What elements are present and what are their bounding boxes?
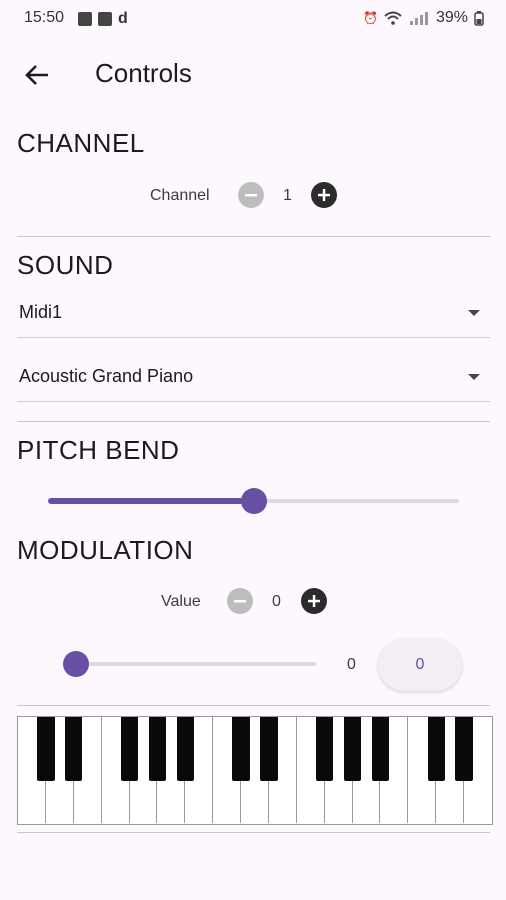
piano-black-key[interactable]	[148, 717, 167, 781]
wifi-icon	[384, 11, 402, 25]
modulation-track[interactable]	[76, 662, 316, 666]
piano-black-key[interactable]	[371, 717, 390, 781]
status-letter: d	[118, 10, 128, 27]
minus-icon	[234, 600, 246, 603]
midi-device-dropdown[interactable]: Midi1	[17, 288, 490, 338]
modulation-increment-button[interactable]	[301, 588, 327, 614]
battery-text: 39%	[435, 9, 468, 26]
instrument-dropdown[interactable]: Acoustic Grand Piano	[17, 352, 490, 402]
channel-increment-button[interactable]	[311, 182, 337, 208]
channel-value: 1	[283, 187, 292, 204]
status-left-icons: d	[78, 10, 128, 28]
modulation-slider-value: 0	[347, 656, 356, 673]
midi-device-value: Midi1	[19, 302, 63, 322]
modulation-value-field[interactable]: 0	[378, 639, 462, 691]
channel-decrement-button[interactable]	[238, 182, 264, 208]
modulation-label: Value	[161, 593, 201, 610]
modulation-decrement-button[interactable]	[227, 588, 253, 614]
dropdown-arrow-icon	[468, 310, 480, 316]
sound-divider	[17, 421, 490, 422]
pitch-bend-active-track	[48, 498, 254, 504]
dropdown-arrow-icon	[468, 374, 480, 380]
minus-icon	[245, 194, 257, 197]
signal-icon	[409, 12, 428, 25]
pitch-bend-section-title: PITCH BEND	[17, 435, 180, 465]
sound-section-title: SOUND	[17, 250, 114, 280]
app-bar: Controls	[0, 44, 506, 104]
image-icon	[78, 12, 92, 26]
piano-black-key[interactable]	[316, 717, 334, 781]
piano-black-key[interactable]	[343, 717, 362, 781]
channel-section-title: CHANNEL	[17, 128, 145, 158]
modulation-field-value: 0	[415, 656, 425, 673]
piano-black-key[interactable]	[65, 717, 83, 781]
piano-black-key[interactable]	[176, 717, 194, 781]
pitch-bend-thumb[interactable]	[240, 488, 267, 514]
piano-black-key[interactable]	[232, 717, 250, 781]
modulation-thumb[interactable]	[63, 651, 89, 677]
alarm-icon: ⏰	[363, 11, 378, 25]
channel-divider	[17, 236, 490, 237]
modulation-divider	[17, 705, 490, 706]
status-time: 15:50	[24, 9, 65, 26]
channel-label: Channel	[150, 187, 210, 204]
plus-icon	[318, 189, 330, 201]
back-arrow-icon[interactable]	[22, 60, 52, 90]
modulation-stepper-value: 0	[272, 593, 281, 610]
modulation-section-title: MODULATION	[17, 535, 194, 565]
piano-keyboard[interactable]	[17, 716, 493, 825]
piano-black-key[interactable]	[120, 717, 139, 781]
piano-black-key[interactable]	[260, 717, 278, 781]
dropdown-underline	[17, 337, 490, 338]
app-icon	[98, 12, 112, 26]
status-right-icons: ⏰ 39%	[363, 9, 484, 27]
plus-icon	[308, 595, 320, 607]
piano-black-key[interactable]	[455, 717, 473, 781]
piano-divider	[17, 832, 490, 833]
piano-black-key[interactable]	[427, 717, 445, 781]
piano-black-key[interactable]	[37, 717, 55, 781]
battery-icon	[474, 10, 484, 26]
dropdown-underline	[17, 401, 490, 402]
instrument-value: Acoustic Grand Piano	[19, 366, 194, 386]
status-bar: 15:50 d ⏰ 39%	[0, 0, 506, 36]
page-title: Controls	[95, 58, 192, 88]
